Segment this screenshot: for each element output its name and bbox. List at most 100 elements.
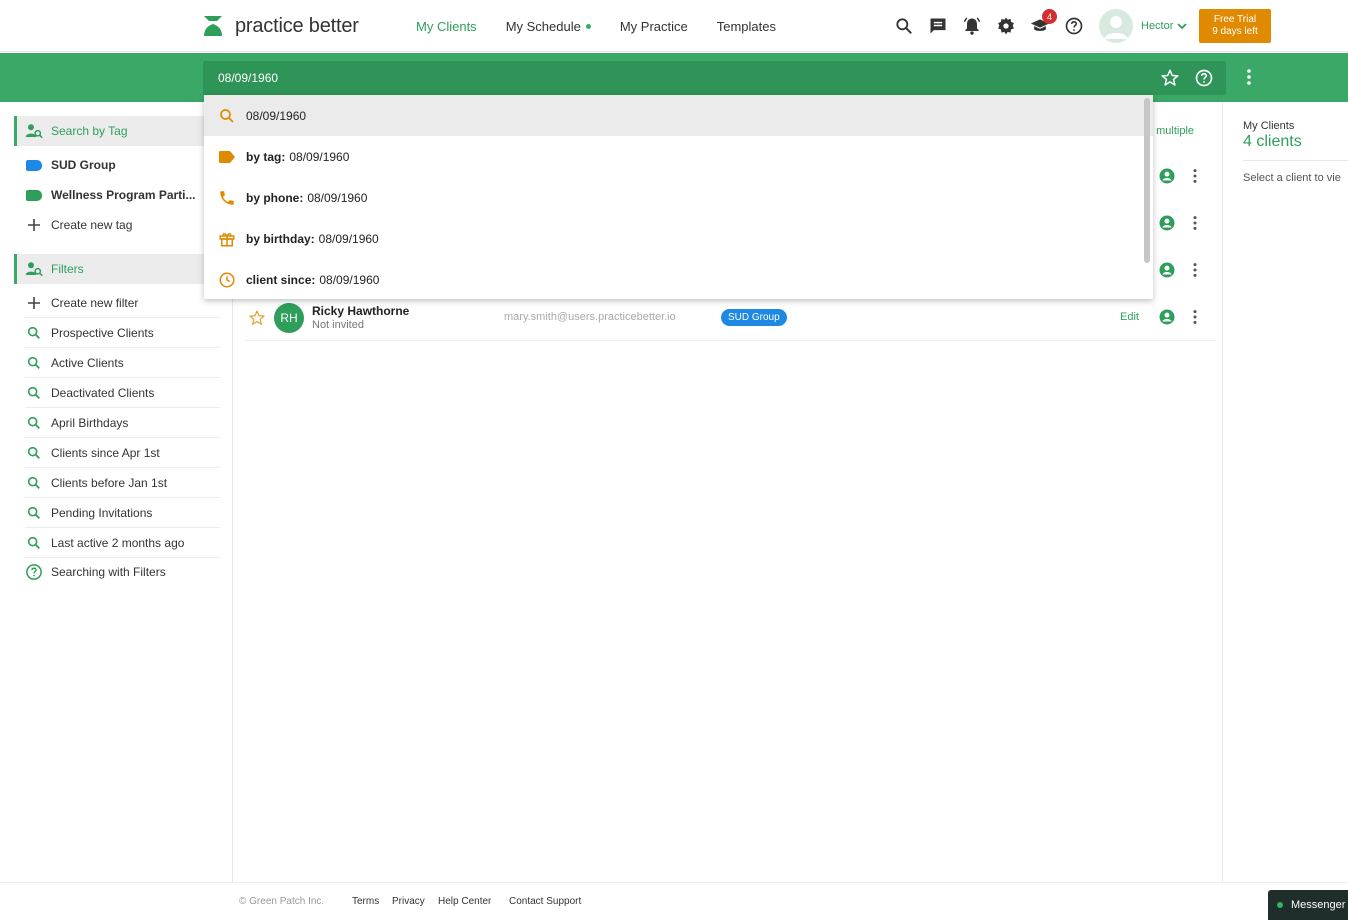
footer-help-center-link[interactable]: Help Center	[438, 896, 491, 907]
filters-header[interactable]: Filters	[14, 254, 205, 284]
nav-my-clients[interactable]: My Clients	[416, 19, 477, 34]
nav-my-schedule[interactable]: My Schedule	[506, 19, 591, 34]
searching-with-filters-help[interactable]: Searching with Filters	[25, 557, 220, 587]
search-icon	[25, 445, 43, 461]
client-portal-icon[interactable]	[1158, 214, 1176, 232]
gift-icon	[218, 230, 236, 248]
create-new-filter-button[interactable]: Create new filter	[25, 288, 220, 318]
suggestion-prefix: client since:	[246, 272, 316, 287]
more-vertical-icon[interactable]	[1186, 214, 1204, 232]
search-by-tag-header[interactable]: Search by Tag	[14, 116, 205, 146]
tag-label: SUD Group	[51, 158, 116, 172]
footer-privacy-link[interactable]: Privacy	[392, 896, 425, 907]
search-icon	[25, 355, 43, 371]
messages-icon[interactable]	[927, 15, 949, 37]
learning-cap-icon[interactable]: 4	[1029, 9, 1057, 37]
help-label: Searching with Filters	[51, 565, 166, 579]
notifications-bell-icon[interactable]	[961, 15, 983, 37]
filter-item[interactable]: Deactivated Clients	[25, 378, 220, 408]
client-search-input[interactable]: 08/09/1960	[203, 61, 1226, 95]
star-icon[interactable]	[1160, 68, 1180, 88]
filter-item[interactable]: Pending Invitations	[25, 498, 220, 528]
create-filter-label: Create new filter	[51, 295, 139, 310]
footer-contact-support-link[interactable]: Contact Support	[509, 896, 581, 907]
online-status-dot	[1277, 902, 1283, 908]
section-label: Search by Tag	[51, 124, 128, 138]
filter-label: Last active 2 months ago	[51, 535, 185, 550]
search-icon	[25, 325, 43, 341]
search-icon	[25, 385, 43, 401]
create-new-tag-button[interactable]: Create new tag	[25, 210, 220, 240]
free-trial-button[interactable]: Free Trial 9 days left	[1199, 9, 1271, 43]
more-vertical-icon[interactable]	[1239, 67, 1259, 87]
footer-terms-link[interactable]: Terms	[352, 896, 379, 907]
chevron-down-icon	[1177, 23, 1188, 30]
suggestion-item[interactable]: client since: 08/09/1960	[204, 259, 1153, 300]
status-dot	[585, 23, 591, 29]
suggestion-text: 08/09/1960	[319, 272, 380, 287]
filter-label: Prospective Clients	[51, 325, 154, 340]
help-icon[interactable]	[1063, 15, 1085, 37]
suggestion-item[interactable]: by phone: 08/09/1960	[204, 177, 1153, 218]
suggestion-item[interactable]: by tag: 08/09/1960	[204, 136, 1153, 177]
suggestion-item[interactable]: 08/09/1960	[204, 95, 1153, 136]
filter-item[interactable]: Last active 2 months ago	[25, 528, 220, 558]
suggestion-text: 08/09/1960	[246, 108, 307, 123]
row-actions	[1158, 261, 1204, 279]
filter-item[interactable]: Active Clients	[25, 348, 220, 378]
filter-item[interactable]: Prospective Clients	[25, 318, 220, 348]
logo[interactable]: practice better	[203, 12, 359, 40]
nav-templates[interactable]: Templates	[717, 19, 776, 34]
user-menu[interactable]: Hector	[1141, 20, 1188, 32]
settings-gear-icon[interactable]	[995, 15, 1017, 37]
client-name[interactable]: Ricky Hawthorne	[312, 304, 409, 318]
client-portal-icon[interactable]	[1158, 261, 1176, 279]
edit-client-button[interactable]: Edit	[1120, 311, 1139, 323]
client-count: 4 clients	[1243, 133, 1302, 150]
search-icon	[25, 535, 43, 551]
divider	[1243, 160, 1348, 161]
divider	[1222, 102, 1223, 882]
help-icon[interactable]	[1194, 68, 1214, 88]
select-multiple-link[interactable]: t multiple	[1150, 125, 1194, 137]
more-vertical-icon[interactable]	[1186, 308, 1204, 326]
filter-label: Active Clients	[51, 355, 124, 370]
dropdown-scrollbar[interactable]	[1144, 98, 1150, 263]
trial-label: Free Trial	[1213, 14, 1257, 25]
client-tag-badge[interactable]: SUD Group	[721, 309, 787, 326]
nav-my-practice[interactable]: My Practice	[620, 19, 688, 34]
user-name-label: Hector	[1141, 20, 1174, 32]
favorite-star-icon[interactable]	[248, 309, 266, 327]
filter-label: Pending Invitations	[51, 505, 153, 520]
search-icon	[218, 107, 236, 125]
search-icon	[25, 505, 43, 521]
suggestion-prefix: by tag:	[246, 149, 286, 164]
messenger-label: Messenger	[1291, 899, 1346, 911]
create-tag-label: Create new tag	[51, 218, 133, 232]
suggestion-prefix: by phone:	[246, 190, 304, 205]
filter-item[interactable]: Clients since Apr 1st	[25, 438, 220, 468]
more-vertical-icon[interactable]	[1186, 261, 1204, 279]
brand-name: practice better	[235, 14, 359, 37]
table-row[interactable]: RH Ricky Hawthorne Not invited mary.smit…	[246, 295, 1215, 341]
search-icon[interactable]	[893, 15, 915, 37]
client-portal-icon[interactable]	[1158, 167, 1176, 185]
sidebar-tag-sud-group[interactable]: SUD Group	[25, 150, 220, 180]
tag-icon	[218, 148, 236, 166]
filter-label: April Birthdays	[51, 415, 129, 430]
more-vertical-icon[interactable]	[1186, 167, 1204, 185]
person-search-icon	[25, 262, 43, 277]
messenger-button[interactable]: Messenger	[1268, 890, 1348, 920]
search-suggestions-dropdown: 08/09/1960 by tag: 08/09/1960 by phone: …	[204, 95, 1153, 299]
filter-item[interactable]: April Birthdays	[25, 408, 220, 438]
client-portal-icon[interactable]	[1158, 308, 1176, 326]
search-icon	[25, 475, 43, 491]
client-avatar[interactable]: RH	[274, 303, 304, 333]
suggestion-item[interactable]: by birthday: 08/09/1960	[204, 218, 1153, 259]
user-avatar[interactable]	[1099, 9, 1133, 43]
sidebar-tag-wellness-program[interactable]: Wellness Program Parti...	[25, 180, 220, 210]
row-actions	[1158, 308, 1204, 326]
filter-item[interactable]: Clients before Jan 1st	[25, 468, 220, 498]
logo-icon	[204, 16, 222, 36]
copyright: © Green Patch Inc.	[239, 896, 325, 907]
